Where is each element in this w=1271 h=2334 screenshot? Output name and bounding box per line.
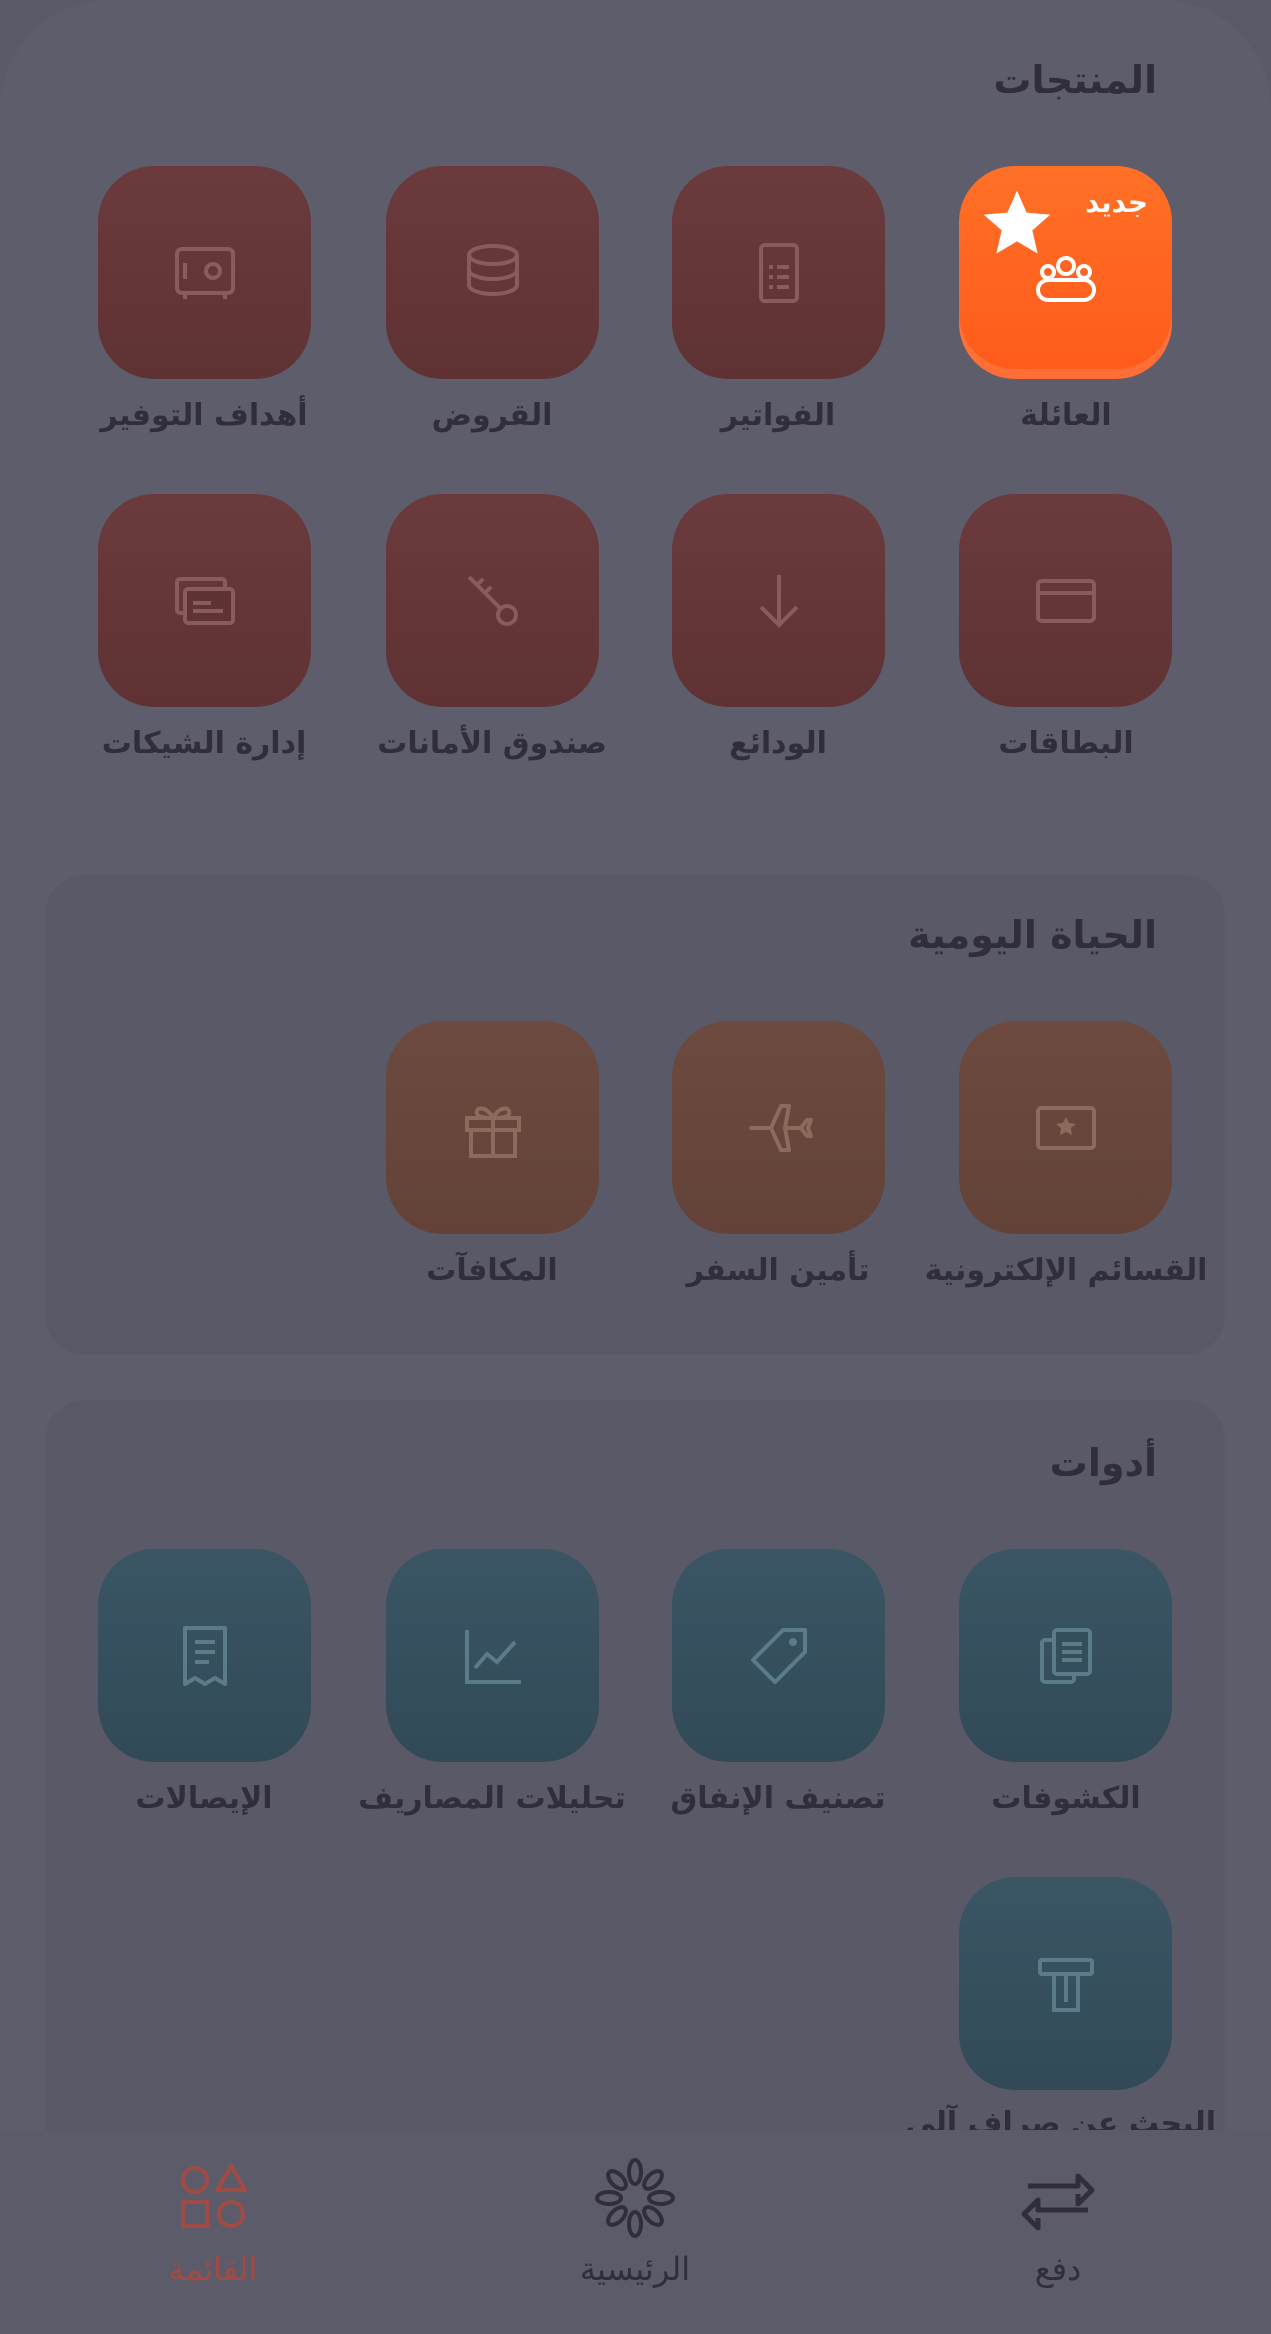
tile-label-travel-insurance: تأمين السفر: [686, 1253, 870, 1288]
statements-icon: [1039, 1627, 1092, 1684]
arrow-down-icon: [759, 574, 798, 628]
tile-loans[interactable]: [386, 166, 599, 379]
tile-savings-goals[interactable]: [98, 166, 311, 379]
tile-label-atm-finder: البحث عن صراف آلي: [905, 2106, 1216, 2130]
nav-pay[interactable]: دفع: [908, 2130, 1208, 2334]
tile-spending-categories[interactable]: [672, 1549, 885, 1762]
receipt-icon: [182, 1625, 227, 1686]
tile-rewards[interactable]: [386, 1021, 599, 1234]
tile-receipts[interactable]: [98, 1549, 311, 1762]
coins-icon: [466, 243, 519, 296]
chart-icon: [464, 1629, 521, 1684]
nav-label-home: الرئيسية: [579, 2250, 691, 2288]
bottom-nav: القائمة الرئيسية دفع: [0, 2130, 1271, 2334]
tile-cards[interactable]: [959, 494, 1172, 707]
transfer-icon: [1021, 2173, 1095, 2231]
tile-label-family: العائلة: [1020, 398, 1112, 433]
new-badge: جديد: [1084, 186, 1148, 219]
tile-label-deposits: الودائع: [729, 726, 827, 761]
voucher-icon: [1035, 1105, 1096, 1150]
tile-deposits[interactable]: [672, 494, 885, 707]
tile-statements[interactable]: [959, 1549, 1172, 1762]
tile-label-cards: البطاقات: [998, 726, 1134, 761]
tile-label-rewards: المكافآت: [426, 1253, 558, 1288]
tile-label-receipts: الإيصالات: [135, 1781, 273, 1816]
tile-label-savings-goals: أهداف التوفير: [100, 398, 308, 433]
nav-label-pay: دفع: [1034, 2250, 1082, 2288]
tile-family[interactable]: جديد: [959, 166, 1172, 379]
tile-label-safe-deposit-box: صندوق الأمانات: [377, 726, 607, 761]
tile-label-e-vouchers: القسائم الإلكترونية: [924, 1253, 1208, 1288]
bill-icon: [758, 242, 799, 303]
clip-row: البحث عن صراف آلي: [0, 1870, 1271, 2130]
home-logo-icon: [595, 2158, 675, 2238]
nav-home[interactable]: الرئيسية: [485, 2130, 785, 2334]
menu-shapes-icon: [181, 2164, 247, 2228]
section-title-tools: أدوات: [1049, 1441, 1157, 1485]
tile-label-cheque-management: إدارة الشيكات: [101, 726, 307, 761]
cheques-icon: [174, 576, 235, 625]
safe-icon: [174, 246, 235, 299]
key-icon: [467, 575, 518, 626]
tile-expense-analytics[interactable]: [386, 1549, 599, 1762]
nav-label-menu: القائمة: [168, 2250, 258, 2288]
tag-icon: [750, 1627, 807, 1684]
tile-e-vouchers[interactable]: [959, 1021, 1172, 1234]
tile-cheque-management[interactable]: [98, 494, 311, 707]
card-icon: [1035, 578, 1096, 623]
tile-bills[interactable]: [672, 166, 885, 379]
products-card: [45, 40, 1225, 830]
tile-label-expense-analytics: تحليلات المصاريف: [358, 1781, 626, 1816]
tile-label-bills: الفواتير: [720, 398, 836, 433]
tile-label-statements: الكشوفات: [991, 1781, 1141, 1816]
airplane-icon: [748, 1103, 813, 1152]
gift-icon: [464, 1106, 521, 1158]
tile-safe-deposit-box[interactable]: [386, 494, 599, 707]
tile-label-spending-categories: تصنيف الإنفاق: [670, 1781, 886, 1816]
nav-menu[interactable]: القائمة: [63, 2130, 363, 2334]
tile-travel-insurance[interactable]: [672, 1021, 885, 1234]
section-title-products: المنتجات: [993, 58, 1157, 102]
menu-sheet: المنتجات جديد العائلة الفواتير القروض أه…: [0, 0, 1271, 2334]
star-icon: [983, 190, 1051, 254]
tile-label-loans: القروض: [431, 398, 553, 433]
section-title-daily-life: الحياة اليومية: [908, 913, 1157, 957]
